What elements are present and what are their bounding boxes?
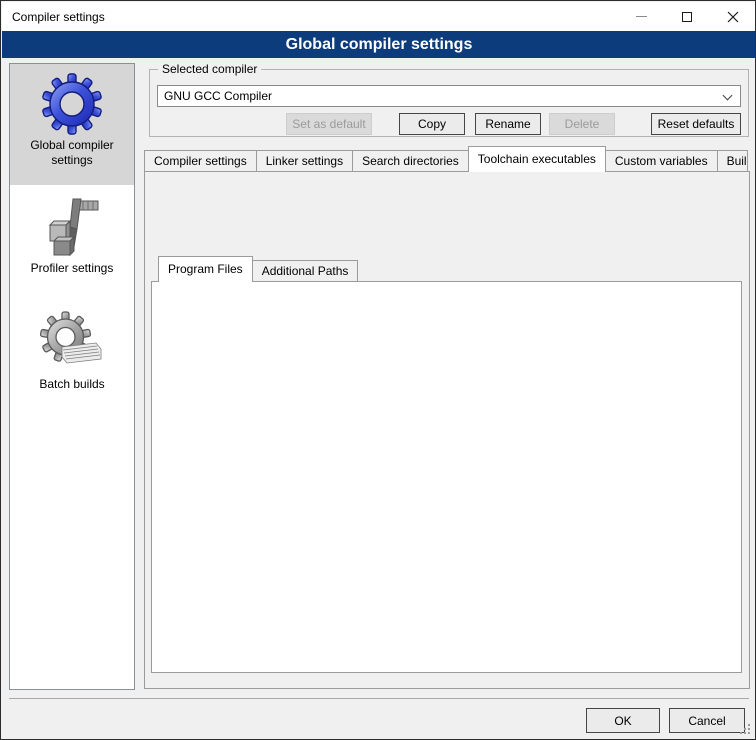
footer-divider [9,698,749,699]
ok-button[interactable]: OK [586,708,660,733]
title-bar: Compiler settings [2,2,756,31]
program-files-page [151,281,742,673]
subtab-additional-paths[interactable]: Additional Paths [252,260,359,282]
sidebar-item-batch-builds[interactable]: Batch builds [10,297,134,422]
sidebar-item-global-compiler-settings[interactable]: Global compiler settings [10,64,134,185]
minimize-button[interactable] [618,2,664,31]
tab-custom-variables[interactable]: Custom variables [605,150,718,172]
sidebar-item-label: Global compiler settings [10,136,134,176]
minimize-icon [636,16,647,17]
sidebar-item-label: Profiler settings [10,259,134,284]
compiler-settings-tabs: Compiler settings Linker settings Search… [144,146,748,172]
compiler-select[interactable]: GNU GCC Compiler [157,85,741,107]
copy-button[interactable]: Copy [399,113,465,135]
maximize-button[interactable] [664,2,710,31]
rename-button[interactable]: Rename [475,113,541,135]
sidebar-item-profiler-settings[interactable]: Profiler settings [10,185,134,297]
compiler-select-value: GNU GCC Compiler [164,89,272,103]
compiler-settings-dialog: Compiler settings Global compiler settin… [0,0,756,740]
window-title: Compiler settings [2,10,105,24]
resize-grip[interactable] [748,732,750,734]
tab-search-directories[interactable]: Search directories [352,150,469,172]
tab-toolchain-executables[interactable]: Toolchain executables [468,146,606,172]
reset-defaults-button[interactable]: Reset defaults [651,113,741,135]
tab-linker-settings[interactable]: Linker settings [256,150,353,172]
gray-gear-stack-icon [40,311,104,375]
close-icon [727,11,739,23]
selected-compiler-group-label: Selected compiler [158,62,261,76]
close-button[interactable] [710,2,756,31]
sidebar-item-label: Batch builds [10,375,134,400]
toolchain-subtabs: Program Files Additional Paths [158,256,358,282]
delete-button[interactable]: Delete [549,113,615,135]
blue-gear-icon [40,72,104,136]
tab-compiler-settings[interactable]: Compiler settings [144,150,257,172]
caliper-icon [40,195,104,259]
tab-build-options[interactable]: Build [717,150,748,172]
chevron-down-icon [723,91,733,101]
settings-category-list: Global compiler settings [9,63,135,690]
dialog-header-band: Global compiler settings [2,31,756,58]
subtab-program-files[interactable]: Program Files [158,256,253,282]
page-title: Global compiler settings [286,36,473,54]
set-as-default-button[interactable]: Set as default [286,113,372,135]
maximize-icon [682,12,692,22]
cancel-button[interactable]: Cancel [669,708,745,733]
